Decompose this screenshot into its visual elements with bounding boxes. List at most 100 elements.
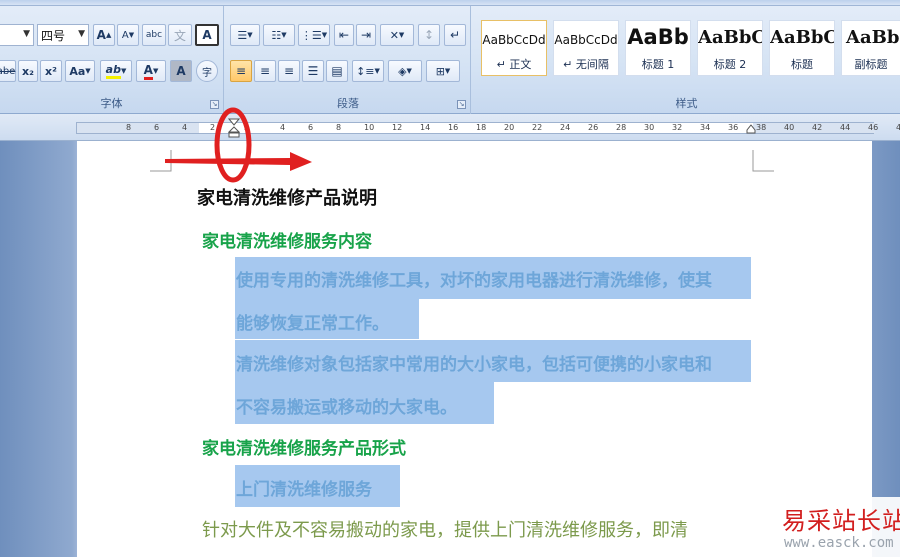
numbering-button[interactable]: ☷ ▼ bbox=[263, 24, 295, 46]
enclose-char-button[interactable]: 字 bbox=[196, 60, 218, 82]
char-border-icon: A bbox=[202, 28, 212, 42]
char-shading-button[interactable]: A bbox=[170, 60, 192, 82]
increase-indent-button[interactable]: ⇥ bbox=[356, 24, 376, 46]
strikethrough-icon: abe bbox=[0, 65, 16, 77]
style-heading-2[interactable]: AaBbC 标题 2 bbox=[697, 20, 763, 76]
ruler-tick-label: 24 bbox=[560, 123, 571, 132]
ruler-tick-label: 18 bbox=[476, 123, 487, 132]
body-paragraph-line[interactable]: 不容易搬运或移动的大家电。 bbox=[236, 393, 457, 418]
ruler-left-margin bbox=[77, 123, 199, 133]
body-paragraph-line[interactable]: 上门清洗维修服务 bbox=[236, 475, 372, 500]
superscript-button[interactable]: x² bbox=[40, 60, 62, 82]
body-paragraph-line[interactable]: 针对大件及不容易搬动的家电，提供上门清洗维修服务，即清 bbox=[202, 516, 688, 542]
align-right-button[interactable]: ≡ bbox=[278, 60, 300, 82]
align-center-button[interactable]: ≡ bbox=[254, 60, 276, 82]
ruler-tick-label: 28 bbox=[616, 123, 627, 132]
ruler-tick-label: 26 bbox=[588, 123, 599, 132]
sort-button[interactable]: ↕ bbox=[418, 24, 440, 46]
style-sample: AaBbC bbox=[846, 27, 900, 48]
font-size-combo[interactable]: 四号 ▼ bbox=[37, 24, 89, 46]
style-no-spacing[interactable]: AaBbCcDd ↵ 无间隔 bbox=[553, 20, 619, 76]
font-color-button[interactable]: A ▼ bbox=[136, 60, 166, 82]
enclose-char-icon: 字 bbox=[202, 67, 212, 79]
justify-button[interactable]: ☰ bbox=[302, 60, 324, 82]
clear-format-icon: abc bbox=[145, 30, 163, 40]
justify-icon: ☰ bbox=[307, 64, 319, 78]
distributed-button[interactable]: ▤ bbox=[326, 60, 348, 82]
document-title[interactable]: 家电清洗维修产品说明 bbox=[197, 184, 377, 210]
ruler-tick-label: 30 bbox=[644, 123, 655, 132]
char-border-button[interactable]: A bbox=[195, 24, 219, 46]
ruler-tick-label: 10 bbox=[364, 123, 375, 132]
multilevel-list-icon: ⋮☰ bbox=[300, 28, 322, 42]
body-paragraph-line[interactable]: 使用专用的清洗维修工具，对坏的家用电器进行清洗维修，使其 bbox=[236, 266, 712, 291]
hanging-indent-marker-icon[interactable] bbox=[228, 118, 240, 138]
font-group-label: 字体 bbox=[100, 97, 123, 110]
grow-font-icon: A bbox=[96, 28, 106, 42]
phonetic-guide-button[interactable]: 文 bbox=[168, 24, 192, 46]
style-title[interactable]: AaBbC 标题 bbox=[769, 20, 835, 76]
shrink-font-icon: A bbox=[121, 29, 129, 41]
sort-icon: ↕ bbox=[423, 28, 435, 42]
chevron-down-icon: ▼ bbox=[78, 29, 85, 39]
body-paragraph-line[interactable]: 清洗维修对象包括家中常用的大小家电，包括可便携的小家电和 bbox=[236, 350, 712, 375]
bullets-button[interactable]: ☰ ▼ bbox=[230, 24, 260, 46]
ruler-tick-label: 36 bbox=[728, 123, 739, 132]
style-name: 副标题 bbox=[854, 58, 888, 71]
styles-group: AaBbCcDd ↵ 正文 AaBbCcDd ↵ 无间隔 AaBb 标题 1 A… bbox=[473, 6, 900, 114]
line-spacing-button[interactable]: ↕≡ ▼ bbox=[352, 60, 384, 82]
ruler-tick-label: 4 bbox=[280, 123, 286, 132]
style-sample: AaBbCcDd bbox=[554, 33, 618, 47]
ribbon: ▼ 四号 ▼ A▲ A▼ abc 文 A abe x₂ x² Aa▼ ab▼ A… bbox=[0, 6, 900, 114]
distributed-icon: ▤ bbox=[331, 64, 343, 78]
strikethrough-button[interactable]: abe bbox=[0, 60, 16, 82]
style-sample: AaBb bbox=[627, 25, 689, 49]
chinese-layout-button[interactable]: ✕ ▼ bbox=[380, 24, 414, 46]
font-name-combo[interactable]: ▼ bbox=[0, 24, 34, 46]
style-normal[interactable]: AaBbCcDd ↵ 正文 bbox=[481, 20, 547, 76]
borders-button[interactable]: ⊞ ▼ bbox=[426, 60, 460, 82]
char-shading-icon: A bbox=[176, 64, 186, 78]
paragraph-dialog-launcher-icon[interactable]: ↘ bbox=[457, 100, 466, 109]
decrease-indent-icon: ⇤ bbox=[338, 28, 350, 42]
style-sample: AaBbCcDd bbox=[482, 33, 546, 47]
font-dialog-launcher-icon[interactable]: ↘ bbox=[210, 100, 219, 109]
ruler-tick-label: 34 bbox=[700, 123, 711, 132]
paragraph-mark-icon: ↵ bbox=[449, 28, 461, 42]
style-subtitle[interactable]: AaBbC 副标题 bbox=[841, 20, 900, 76]
style-name: 标题 bbox=[791, 58, 813, 71]
ruler-tick-label: 44 bbox=[840, 123, 851, 132]
style-name: 标题 1 bbox=[641, 58, 675, 71]
increase-indent-icon: ⇥ bbox=[360, 28, 372, 42]
ruler-tick-label: 40 bbox=[784, 123, 795, 132]
section-heading[interactable]: 家电清洗维修服务产品形式 bbox=[202, 434, 406, 459]
paragraph-group-label: 段落 bbox=[337, 97, 359, 110]
chinese-layout-icon: ✕ bbox=[389, 28, 399, 42]
body-paragraph-line[interactable]: 能够恢复正常工作。 bbox=[236, 309, 389, 334]
shrink-font-button[interactable]: A ▼ bbox=[117, 24, 139, 46]
show-marks-button[interactable]: ↵ bbox=[444, 24, 466, 46]
ruler-tick-label: 48 bbox=[896, 123, 900, 132]
right-indent-marker-icon[interactable] bbox=[746, 124, 756, 134]
decrease-indent-button[interactable]: ⇤ bbox=[334, 24, 354, 46]
subscript-button[interactable]: x₂ bbox=[18, 60, 38, 82]
highlight-color-button[interactable]: ab ▼ bbox=[100, 60, 132, 82]
multilevel-list-button[interactable]: ⋮☰ ▼ bbox=[298, 24, 330, 46]
align-left-button[interactable]: ≡ bbox=[230, 60, 252, 82]
grow-font-button[interactable]: A ▲ bbox=[93, 24, 115, 46]
superscript-icon: x² bbox=[45, 64, 57, 78]
ruler-tick-label: 6 bbox=[154, 123, 160, 132]
bullet-list-icon: ☰ bbox=[237, 28, 248, 42]
styles-group-label: 样式 bbox=[675, 97, 698, 110]
style-sample: AaBbC bbox=[698, 27, 762, 48]
font-color-icon: A bbox=[143, 63, 153, 80]
section-heading[interactable]: 家电清洗维修服务内容 bbox=[202, 227, 372, 252]
align-left-icon: ≡ bbox=[235, 64, 247, 78]
change-case-button[interactable]: Aa ▼ bbox=[65, 60, 95, 82]
shading-button[interactable]: ◈ ▼ bbox=[388, 60, 422, 82]
style-heading-1[interactable]: AaBb 标题 1 bbox=[625, 20, 691, 76]
page-corner-mark-icon bbox=[752, 150, 774, 172]
style-name: ↵ 正文 bbox=[496, 58, 532, 71]
paint-bucket-icon: ◈ bbox=[398, 64, 407, 78]
clear-format-button[interactable]: abc bbox=[142, 24, 166, 46]
